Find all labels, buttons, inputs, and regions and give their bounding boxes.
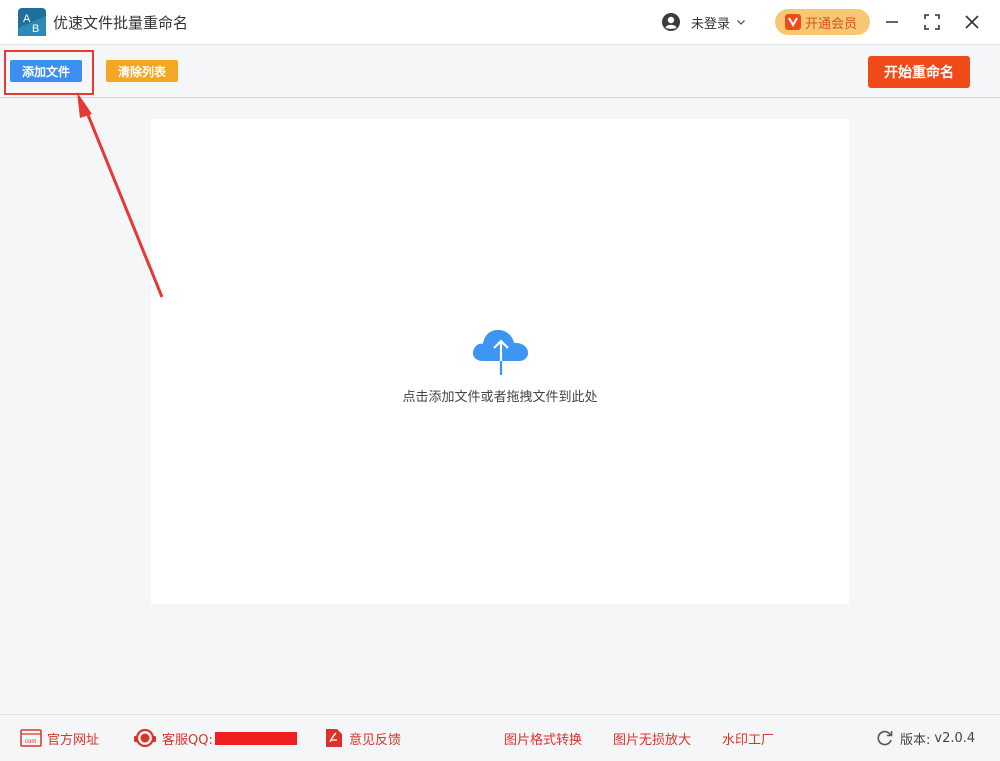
add-files-button[interactable]: 添加文件 (10, 60, 82, 82)
website-icon: com (20, 729, 42, 747)
vip-label: 开通会员 (805, 16, 858, 32)
svg-text:com: com (25, 739, 36, 745)
login-label: 未登录 (691, 16, 731, 32)
file-drop-zone[interactable]: 点击添加文件或者拖拽文件到此处 (151, 119, 849, 604)
version-value: v2.0.4 (934, 730, 976, 746)
chevron-down-icon (737, 20, 745, 25)
refresh-icon (877, 730, 893, 746)
user-circle-icon (662, 13, 680, 31)
drop-hint-text: 点击添加文件或者拖拽文件到此处 (402, 390, 598, 405)
support-qq[interactable]: 客服QQ: (133, 728, 297, 748)
status-footer: com 官方网址 客服QQ: 意见反馈 图片格式转换 图片无损放大 水印工厂 版… (0, 714, 1000, 761)
redacted-qq-number (214, 731, 297, 745)
start-rename-button[interactable]: 开始重命名 (868, 56, 970, 88)
website-link[interactable]: com 官方网址 (20, 728, 99, 748)
cloud-upload-icon (472, 329, 529, 375)
svg-text:A: A (23, 13, 31, 25)
svg-text:B: B (32, 23, 39, 35)
version-info[interactable]: 版本: v2.0.4 (876, 728, 975, 748)
version-label: 版本: (900, 732, 931, 748)
image-enlarge-link[interactable]: 图片无损放大 (613, 728, 691, 748)
app-title: 优速文件批量重命名 (53, 14, 189, 32)
feedback-icon (326, 729, 342, 747)
image-convert-link[interactable]: 图片格式转换 (504, 728, 582, 748)
close-icon[interactable] (962, 12, 982, 32)
vip-button[interactable]: 开通会员 (775, 9, 870, 35)
maximize-icon[interactable] (922, 12, 942, 32)
customer-service-icon (134, 728, 156, 748)
clear-list-button[interactable]: 清除列表 (106, 60, 178, 82)
vip-crown-icon (785, 14, 801, 30)
support-label: 客服QQ: (162, 732, 213, 748)
login-dropdown[interactable]: 未登录 (662, 11, 746, 33)
title-bar: A B 优速文件批量重命名 未登录 开通会员 (0, 0, 1000, 45)
app-logo-icon: A B (18, 8, 46, 36)
minimize-icon[interactable] (882, 12, 902, 32)
website-label: 官方网址 (47, 732, 100, 748)
feedback-label: 意见反馈 (349, 732, 402, 748)
feedback-link[interactable]: 意见反馈 (325, 728, 401, 748)
toolbar: 添加文件 清除列表 开始重命名 (0, 45, 1000, 98)
watermark-link[interactable]: 水印工厂 (722, 728, 774, 748)
